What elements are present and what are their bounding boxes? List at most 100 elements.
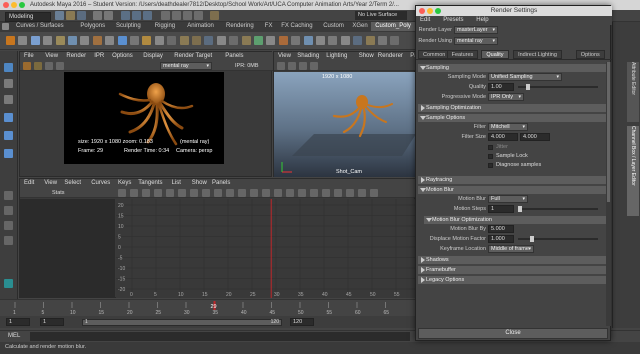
shelf-tool-16-icon[interactable] <box>192 36 201 45</box>
shelf-tool-27-icon[interactable] <box>328 36 338 45</box>
shelf-tool-30-icon[interactable] <box>365 36 375 45</box>
graph-tool-1-icon[interactable] <box>118 189 126 197</box>
shelf-tab-custom-poly[interactable]: Custom_Poly <box>371 22 415 31</box>
shelf-tool-31-icon[interactable] <box>378 36 387 45</box>
render-view-menu-file[interactable]: File <box>24 52 34 60</box>
range-bar[interactable]: 1 120 <box>82 319 282 326</box>
shelf-tool-28-icon[interactable] <box>340 36 350 45</box>
quality-slider-knob[interactable] <box>525 84 530 90</box>
jitter-checkbox[interactable] <box>488 145 493 150</box>
snap-surface-icon[interactable] <box>194 11 203 20</box>
shelf-tool-15-icon[interactable] <box>179 36 189 45</box>
motion-steps-field[interactable]: 1 <box>488 205 514 213</box>
shelf-tab-xgen[interactable]: XGen <box>348 22 371 31</box>
select-object-icon[interactable] <box>132 11 141 20</box>
shelf-tool-25-icon[interactable] <box>303 36 313 45</box>
shelf-tool-5-icon[interactable] <box>55 36 65 45</box>
outliner-icon[interactable] <box>4 279 13 288</box>
graph-tool-17-icon[interactable] <box>310 189 318 197</box>
shelf-tab-polygons[interactable]: Polygons <box>76 22 109 31</box>
graph-tool-3-icon[interactable] <box>142 189 150 197</box>
shelf-tab-animation[interactable]: Animation <box>183 22 218 31</box>
graph-editor-menu-tangents[interactable]: Tangents <box>138 179 162 187</box>
render-view-menu-view[interactable]: View <box>45 52 58 60</box>
layout-side-icon[interactable] <box>4 221 13 230</box>
open-scene-icon[interactable] <box>66 11 75 20</box>
rs-tab-common[interactable]: Common <box>418 50 451 59</box>
graph-outliner[interactable] <box>20 199 115 298</box>
graph-editor-menu-select[interactable]: Select <box>64 179 81 187</box>
section-legacy-options[interactable]: Legacy Options <box>418 276 606 284</box>
sampling-mode-dropdown[interactable]: Unified Sampling <box>488 73 562 81</box>
close-button[interactable]: Close <box>418 328 608 339</box>
render-view-menu-display[interactable]: Display <box>143 52 163 60</box>
command-input[interactable] <box>30 332 410 341</box>
graph-tool-7-icon[interactable] <box>190 189 198 197</box>
close-window-button[interactable] <box>3 2 9 8</box>
shelf-tool-23-icon[interactable] <box>278 36 288 45</box>
snap-grid-icon[interactable] <box>161 11 170 20</box>
time-slider[interactable]: 1 5 10 15 20 25 30 35 40 45 50 55 60 65 29 <box>0 299 415 316</box>
graph-editor-menu-curves[interactable]: Curves <box>91 179 110 187</box>
shelf-tool-9-icon[interactable] <box>105 36 115 45</box>
shelf-tab-rigging[interactable]: Rigging <box>151 22 179 31</box>
graph-tool-18-icon[interactable] <box>322 189 330 197</box>
graph-editor-menu-edit[interactable]: Edit <box>24 179 34 187</box>
save-scene-icon[interactable] <box>77 11 86 20</box>
scale-tool-icon[interactable] <box>4 149 13 158</box>
shelf-tool-18-icon[interactable] <box>216 36 226 45</box>
render-frame-icon[interactable] <box>210 11 219 20</box>
range-start-field[interactable]: 1 <box>6 318 30 326</box>
rs-tab-options[interactable]: Options <box>575 50 605 59</box>
filter-size-y-field[interactable]: 4.000 <box>520 133 550 141</box>
graph-tool-11-icon[interactable] <box>238 189 246 197</box>
graph-tool-16-icon[interactable] <box>298 189 306 197</box>
motion-steps-knob[interactable] <box>518 206 522 212</box>
renderer-dropdown[interactable]: mental ray <box>160 62 212 70</box>
render-settings-menu-presets[interactable]: Presets <box>443 16 463 24</box>
graph-tool-5-icon[interactable] <box>166 189 174 197</box>
shelf-tool-6-icon[interactable] <box>68 36 77 45</box>
render-settings-scrollbar[interactable] <box>606 62 611 326</box>
render-settings-menu-help[interactable]: Help <box>476 16 488 24</box>
layout-single-icon[interactable] <box>4 191 13 200</box>
shelf-tab-custom[interactable]: Custom <box>319 22 348 31</box>
graph-canvas[interactable]: 20 15 10 5 0 -5 -10 -15 -20 0 5 10 15 20 25 30 35 40 45 50 5… <box>116 199 416 298</box>
render-settings-menu-edit[interactable]: Edit <box>420 16 430 24</box>
lasso-tool-icon[interactable] <box>4 79 13 88</box>
shelf-tool-7-icon[interactable] <box>80 36 90 45</box>
rotate-tool-icon[interactable] <box>4 131 13 140</box>
select-tool-icon[interactable] <box>4 63 13 72</box>
shelf-tool-3-icon[interactable] <box>30 36 40 45</box>
render-view-menu-ipr[interactable]: IPR <box>94 52 104 60</box>
rs-close-button[interactable] <box>419 8 425 14</box>
keyframe-location-dropdown[interactable]: Middle of frame <box>488 245 534 253</box>
section-shadows[interactable]: Shadows <box>418 256 606 264</box>
shelf-tool-20-icon[interactable] <box>241 36 251 45</box>
paint-select-icon[interactable] <box>4 95 13 104</box>
ipr-render-icon[interactable] <box>34 62 42 70</box>
shelf-tool-29-icon[interactable] <box>353 36 363 45</box>
rs-zoom-button[interactable] <box>435 8 441 14</box>
shelf-tool-22-icon[interactable] <box>266 36 276 45</box>
shelf-tool-13-icon[interactable] <box>154 36 164 45</box>
shelf-tool-11-icon[interactable] <box>130 36 139 45</box>
graph-editor-menu-panels[interactable]: Panels <box>212 179 230 187</box>
graph-tool-4-icon[interactable] <box>154 189 162 197</box>
section-sampling-optimization[interactable]: Sampling Optimization <box>418 104 606 112</box>
shelf-tab-curves-surfaces[interactable]: Curves / Surfaces <box>12 22 68 31</box>
rs-tab-quality[interactable]: Quality <box>481 50 509 59</box>
mode-dropdown[interactable]: Modeling <box>5 12 51 22</box>
section-motion-blur[interactable]: Motion Blur <box>418 186 606 194</box>
viewport-menu-lighting[interactable]: Lighting <box>326 52 347 60</box>
render-using-dropdown[interactable]: mental ray <box>454 37 498 45</box>
filter-dropdown[interactable]: Mitchell <box>488 123 528 131</box>
progressive-mode-dropdown[interactable]: IPR Only <box>488 93 524 101</box>
section-framebuffer[interactable]: Framebuffer <box>418 266 606 274</box>
render-view-menu-options[interactable]: Options <box>112 52 133 60</box>
shelf-tool-26-icon[interactable] <box>316 36 325 45</box>
snapshot-icon[interactable] <box>56 62 64 70</box>
viewport-menu-renderer[interactable]: Renderer <box>378 52 403 60</box>
diagnose-samples-checkbox[interactable] <box>488 163 493 168</box>
select-component-icon[interactable] <box>143 11 152 20</box>
